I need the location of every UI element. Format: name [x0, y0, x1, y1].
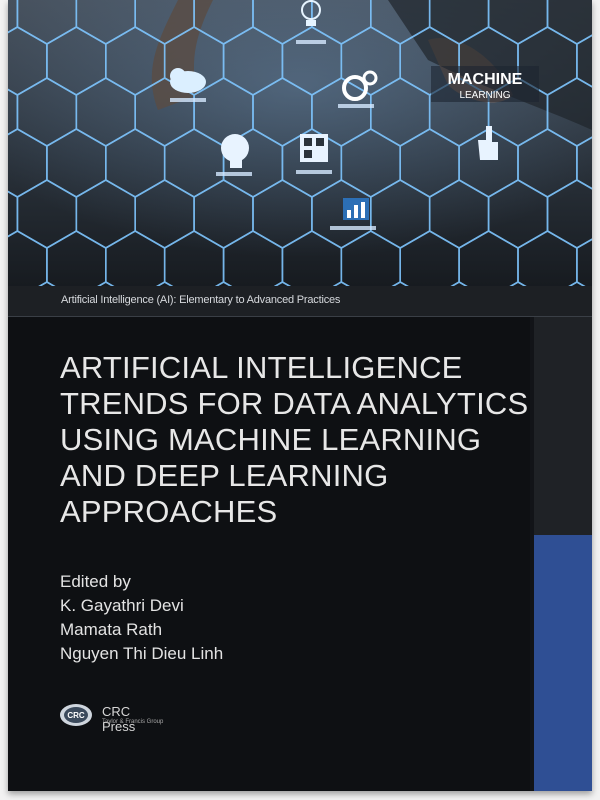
cover-hero-image: MACHINE LEARNING: [8, 0, 592, 286]
right-accent-bar: [534, 535, 592, 791]
series-banner: Artificial Intelligence (AI): Elementary…: [8, 286, 592, 317]
editor-name: Nguyen Thi Dieu Linh: [60, 644, 224, 663]
machine-label: MACHINE: [448, 71, 523, 88]
series-title: Artificial Intelligence (AI): Elementary…: [61, 294, 341, 306]
title-line: AND DEEP LEARNING: [60, 458, 389, 493]
hexagon-network-illustration: MACHINE LEARNING: [8, 0, 592, 286]
publisher-tagline: Taylor & Francis Group: [102, 719, 164, 725]
logo-text: CRC: [67, 711, 85, 720]
learning-label: LEARNING: [459, 90, 510, 101]
book-cover: MACHINE LEARNING Artificial Intelligence…: [8, 0, 592, 791]
edited-by-label: Edited by: [60, 572, 131, 591]
crc-press-logo-icon: CRC: [60, 704, 92, 726]
title-line: APPROACHES: [60, 494, 278, 529]
machine-learning-icon: MACHINE LEARNING: [431, 66, 539, 102]
book-title: ARTIFICIAL INTELLIGENCE TRENDS FOR DATA …: [60, 350, 530, 530]
title-line: TRENDS FOR DATA ANALYTICS: [60, 386, 529, 421]
title-line: USING MACHINE LEARNING: [60, 422, 482, 457]
title-line: ARTIFICIAL INTELLIGENCE: [60, 350, 463, 385]
editor-name: Mamata Rath: [60, 620, 163, 639]
editor-name: K. Gayathri Devi: [60, 596, 184, 615]
editors-block: Edited by K. Gayathri Devi Mamata Rath N…: [60, 570, 223, 666]
